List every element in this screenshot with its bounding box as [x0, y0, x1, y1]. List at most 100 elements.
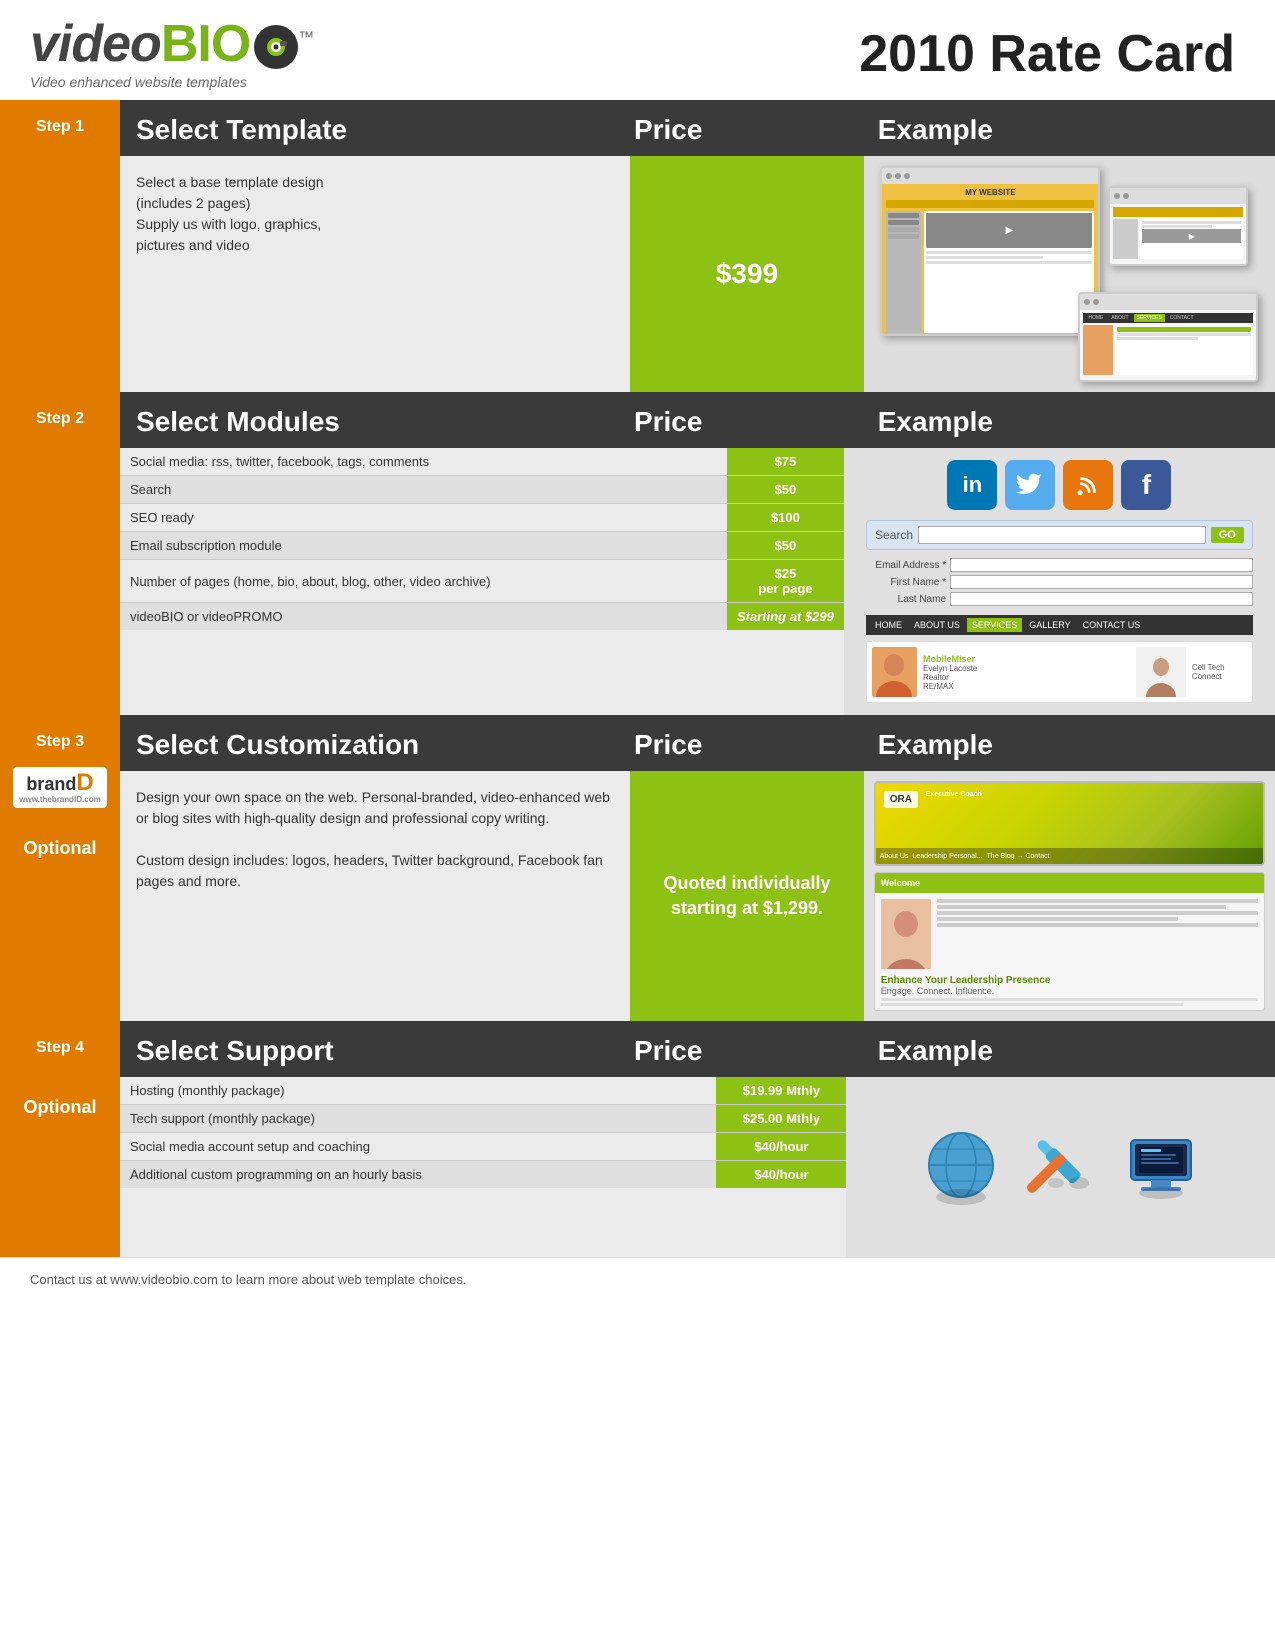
table-row: Social media: rss, twitter, facebook, ta… [120, 448, 844, 476]
footer-text: Contact us at www.videobio.com to learn … [30, 1272, 1245, 1287]
step1-price-header: Price [634, 114, 846, 146]
module-price-6: Starting at $299 [727, 603, 844, 631]
coach-text-line-1 [937, 899, 1258, 903]
logo-camera-icon [254, 25, 298, 69]
step4-title-col: Select Support [120, 1021, 618, 1077]
step1-mockup2-content: ▶ [1110, 204, 1246, 264]
search-label: Search [875, 528, 913, 542]
coach-text-line-2 [937, 905, 1226, 909]
step1-content: Select Template Price Example Select a b… [120, 100, 1275, 392]
step2-content: Select Modules Price Example Social medi… [120, 392, 1275, 715]
coach-cta-line [881, 998, 1258, 1001]
step1-mockup-secondary-1: ▶ [1108, 186, 1248, 266]
step3-example-header: Example [878, 729, 1259, 761]
step3-optional-label: Optional [24, 838, 97, 859]
step4-example-header-col: Example [862, 1021, 1275, 1077]
step1-label: Step 1 [0, 100, 120, 392]
sunflower-nav-coaching: The Blog → Contact [987, 853, 1050, 860]
email-field-row: Email Address * [866, 558, 1253, 572]
table-row: SEO ready $100 [120, 504, 844, 532]
module-desc-3: SEO ready [120, 504, 727, 532]
profile-secondary-photo [1136, 647, 1186, 697]
step2-title: Select Modules [136, 406, 602, 438]
email-input-mock [950, 558, 1253, 572]
step2-price-header-col: Price [618, 392, 862, 448]
firstname-input-mock [950, 575, 1253, 589]
page-header: videoBIO™ Video enhanced website templat… [0, 0, 1275, 100]
module-price-2: $50 [727, 476, 844, 504]
step4-title: Select Support [136, 1035, 602, 1067]
sunflower-mock: ORA Executive Coach About Us Leadership … [874, 781, 1265, 866]
step1-section: Step 1 Select Template Price Example Sel… [0, 100, 1275, 392]
coach-site-mock: Welcome [874, 872, 1265, 1011]
step2-modules-table: Social media: rss, twitter, facebook, ta… [120, 448, 844, 630]
nav-gallery: GALLERY [1024, 618, 1075, 632]
profile-text-mock: MobileMiser Evelyn LacosteRealtorRE/MAX [923, 654, 1130, 691]
step3-price-header-col: Price [618, 715, 862, 771]
step1-website-mockup: MY WEBSITE ▶ [880, 166, 1258, 382]
step4-price-header-col: Price [618, 1021, 862, 1077]
support-desc-3: Social media account setup and coaching [120, 1133, 716, 1161]
module-desc-2: Search [120, 476, 727, 504]
coach-text-area [937, 899, 1258, 969]
table-row: Hosting (monthly package) $19.99 Mthly [120, 1077, 846, 1105]
step1-mockup3-bar [1080, 294, 1256, 310]
step1-desc-line1: Select a base template design [136, 172, 614, 193]
step1-desc-line3: Supply us with logo, graphics, [136, 214, 614, 235]
facebook-icon: f [1121, 460, 1171, 510]
step3-description: Design your own space on the web. Person… [120, 771, 630, 1021]
logo-area: videoBIO™ Video enhanced website templat… [30, 18, 313, 90]
step1-example: MY WEBSITE ▶ [864, 156, 1275, 392]
step1-desc-line4: pictures and video [136, 235, 614, 256]
support-price-2: $25.00 Mthly [716, 1105, 846, 1133]
step2-title-col: Select Modules [120, 392, 618, 448]
module-desc-4: Email subscription module [120, 532, 727, 560]
step1-mockup3-content: HOME ABOUT SERVICES CONTACT [1080, 310, 1256, 380]
support-desc-2: Tech support (monthly package) [120, 1105, 716, 1133]
step3-price-header: Price [634, 729, 846, 761]
step4-example-header: Example [878, 1035, 1259, 1067]
step2-body-row: Social media: rss, twitter, facebook, ta… [120, 448, 1275, 715]
step4-support-table: Hosting (monthly package) $19.99 Mthly T… [120, 1077, 846, 1188]
table-row: Email subscription module $50 [120, 532, 844, 560]
coach-site-title: Welcome [881, 878, 920, 888]
profile-title: Evelyn LacosteRealtorRE/MAX [923, 664, 1130, 691]
step4-label: Step 4 Optional [0, 1021, 120, 1257]
search-input-mock [918, 526, 1206, 544]
step2-price-header: Price [634, 406, 846, 438]
hosting-icon [921, 1125, 1001, 1210]
coach-text-line-3 [937, 911, 1258, 915]
step1-title-col: Select Template [120, 100, 618, 156]
step3-title: Select Customization [136, 729, 602, 761]
nav-contact: CONTACT US [1078, 618, 1146, 632]
step1-desc-line2: (includes 2 pages) [136, 193, 614, 214]
step3-title-col: Select Customization [120, 715, 618, 771]
support-icons-area [856, 1125, 1265, 1210]
step1-mockup-title: MY WEBSITE [886, 188, 1094, 197]
step3-example-header-col: Example [862, 715, 1275, 771]
table-row: Number of pages (home, bio, about, blog,… [120, 560, 844, 603]
rate-card-title: 2010 Rate Card [859, 24, 1235, 84]
step1-title: Select Template [136, 114, 602, 146]
step4-number: Step 4 [36, 1039, 84, 1057]
step3-label: Step 3 brandD www.thebrandID.com Optiona… [0, 715, 120, 1021]
step2-example-header: Example [878, 406, 1259, 438]
step1-mockup-content: MY WEBSITE ▶ [882, 184, 1098, 334]
table-row: Social media account setup and coaching … [120, 1133, 846, 1161]
lastname-label: Last Name [866, 594, 946, 605]
search-bar-mock: Search GO [866, 520, 1253, 550]
tools-icon [1021, 1125, 1101, 1210]
coach-photo [881, 899, 931, 969]
sunflower-nav: About Us Leadership Personal... The Blog… [876, 848, 1263, 864]
brand-logo-box: brandD www.thebrandID.com [13, 767, 107, 808]
module-price-1: $75 [727, 448, 844, 476]
sunflower-nav-about: About Us [880, 853, 909, 860]
nav-services: SERVICES [967, 618, 1022, 632]
step3-price-text: Quoted individually starting at $1,299. [638, 871, 855, 921]
step2-section: Step 2 Select Modules Price Example Soci… [0, 392, 1275, 715]
coach-cta-title: Enhance Your Leadership Presence [881, 975, 1258, 986]
step1-mockup-layout: ▶ [886, 211, 1094, 333]
lastname-input-mock [950, 592, 1253, 606]
form-mock: Email Address * First Name * Last Name [866, 558, 1253, 609]
profile-card-mock: MobileMiser Evelyn LacosteRealtorRE/MAX … [866, 641, 1253, 703]
